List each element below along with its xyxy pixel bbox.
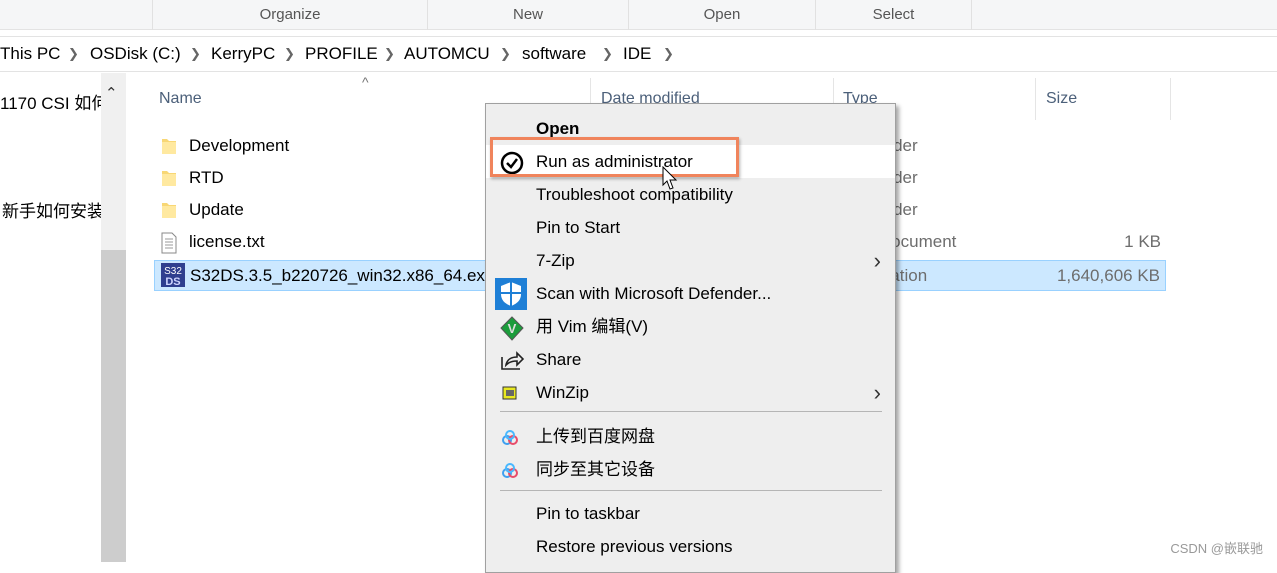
file-name: Development bbox=[189, 136, 290, 155]
watermark: CSDN @嵌联驰 bbox=[1170, 541, 1263, 556]
navigation-pane: 1170 CSI 如何 新手如何安装 bbox=[0, 73, 101, 562]
menu-item-label: Restore previous versions bbox=[536, 537, 733, 556]
folder-icon bbox=[160, 200, 178, 220]
defender-shield-icon bbox=[495, 278, 527, 310]
submenu-arrow-icon: › bbox=[873, 248, 881, 273]
menu-item-restore-previous-versions[interactable]: Restore previous versions bbox=[486, 530, 895, 563]
menu-separator bbox=[500, 490, 882, 491]
nav-scrollbar-thumb[interactable] bbox=[101, 250, 126, 562]
breadcrumb-ide[interactable]: IDE bbox=[623, 37, 651, 71]
baidu-netdisk-icon bbox=[500, 426, 522, 448]
folder-icon bbox=[160, 136, 178, 156]
menu-item-label: Pin to taskbar bbox=[536, 504, 640, 523]
share-icon bbox=[500, 349, 525, 371]
ribbon-group-open[interactable]: Open bbox=[628, 0, 815, 30]
ribbon-group-new[interactable]: New bbox=[427, 0, 628, 30]
menu-item-7-zip[interactable]: 7-Zip › bbox=[486, 244, 895, 277]
breadcrumb-osdisk[interactable]: OSDisk (C:) bbox=[90, 37, 181, 71]
chevron-right-icon[interactable]: ❯ bbox=[284, 37, 295, 71]
menu-item-label: Share bbox=[536, 350, 582, 369]
menu-separator bbox=[500, 411, 882, 412]
menu-item-label: 用 Vim 编辑(V) bbox=[536, 317, 649, 336]
menu-item-vim-v[interactable]: V 用 Vim 编辑(V) bbox=[486, 310, 895, 343]
nav-item[interactable]: 1170 CSI 如何 bbox=[0, 89, 101, 114]
menu-item-[interactable]: 上传到百度网盘 bbox=[486, 420, 895, 453]
baidu-netdisk-icon bbox=[500, 459, 522, 481]
ribbon-group-select[interactable]: Select bbox=[815, 0, 972, 30]
breadcrumb-automcu[interactable]: AUTOMCU bbox=[404, 37, 490, 71]
chevron-right-icon[interactable]: ❯ bbox=[384, 37, 395, 71]
breadcrumb-this-pc[interactable]: This PC bbox=[0, 37, 60, 71]
svg-text:V: V bbox=[508, 321, 517, 336]
breadcrumb-profile[interactable]: PROFILE bbox=[305, 37, 378, 71]
chevron-right-icon[interactable]: ❯ bbox=[500, 37, 511, 71]
file-size: 1 KB bbox=[1124, 232, 1161, 251]
file-name: license.txt bbox=[189, 232, 265, 251]
menu-item-label: 同步至其它设备 bbox=[536, 460, 655, 479]
file-name: RTD bbox=[189, 168, 224, 187]
winzip-icon bbox=[500, 382, 522, 404]
menu-item-scan-with-microsoft-defender[interactable]: Scan with Microsoft Defender... bbox=[486, 277, 895, 310]
column-header-size[interactable]: Size bbox=[1046, 90, 1077, 108]
menu-item-[interactable]: 同步至其它设备 bbox=[486, 453, 895, 486]
ribbon-group-organize[interactable]: Organize bbox=[152, 0, 427, 30]
folder-icon bbox=[160, 168, 178, 188]
menu-item-label: 上传到百度网盘 bbox=[536, 427, 655, 446]
menu-item-winzip[interactable]: WinZip › bbox=[486, 376, 895, 409]
menu-item-label: Troubleshoot compatibility bbox=[536, 185, 733, 204]
chevron-right-icon[interactable]: ❯ bbox=[663, 37, 674, 71]
menu-item-label: Pin to Start bbox=[536, 218, 621, 237]
submenu-arrow-icon: › bbox=[873, 380, 881, 405]
breadcrumb: This PC ❯ OSDisk (C:) ❯ KerryPC ❯ PROFIL… bbox=[0, 36, 1277, 72]
scroll-up-icon[interactable]: ⌃ bbox=[105, 84, 118, 102]
vim-icon: V bbox=[500, 316, 524, 341]
sort-ascending-icon: ^ bbox=[362, 74, 369, 90]
menu-item-label: 7-Zip bbox=[536, 251, 575, 270]
file-name: S32DS.3.5_b220726_win32.x86_64.exe bbox=[190, 266, 495, 285]
menu-item-troubleshoot-compatibility[interactable]: Troubleshoot compatibility bbox=[486, 178, 895, 211]
column-divider[interactable] bbox=[1170, 78, 1171, 120]
column-divider[interactable] bbox=[1035, 78, 1036, 120]
breadcrumb-software[interactable]: software bbox=[522, 37, 586, 71]
file-size: 1,640,606 KB bbox=[1056, 266, 1160, 285]
file-name: Update bbox=[189, 200, 244, 219]
menu-item-pin-to-start[interactable]: Pin to Start bbox=[486, 211, 895, 244]
s32ds-app-icon: S32 DS bbox=[161, 263, 185, 288]
breadcrumb-kerrypc[interactable]: KerryPC bbox=[211, 37, 275, 71]
text-file-icon bbox=[160, 232, 178, 254]
svg-text:DS: DS bbox=[165, 276, 180, 287]
ribbon: Organize New Open Select bbox=[0, 0, 1277, 30]
menu-item-share[interactable]: Share bbox=[486, 343, 895, 376]
chevron-right-icon[interactable]: ❯ bbox=[68, 37, 79, 71]
mouse-cursor-icon bbox=[662, 166, 678, 190]
menu-item-label: Scan with Microsoft Defender... bbox=[536, 284, 772, 303]
chevron-right-icon[interactable]: ❯ bbox=[190, 37, 201, 71]
menu-item-pin-to-taskbar[interactable]: Pin to taskbar bbox=[486, 497, 895, 530]
menu-item-label: WinZip bbox=[536, 383, 589, 402]
highlight-box bbox=[490, 137, 739, 177]
chevron-right-icon[interactable]: ❯ bbox=[602, 37, 613, 71]
nav-item[interactable]: 新手如何安装 bbox=[2, 197, 101, 222]
column-header-name[interactable]: Name bbox=[159, 90, 202, 108]
